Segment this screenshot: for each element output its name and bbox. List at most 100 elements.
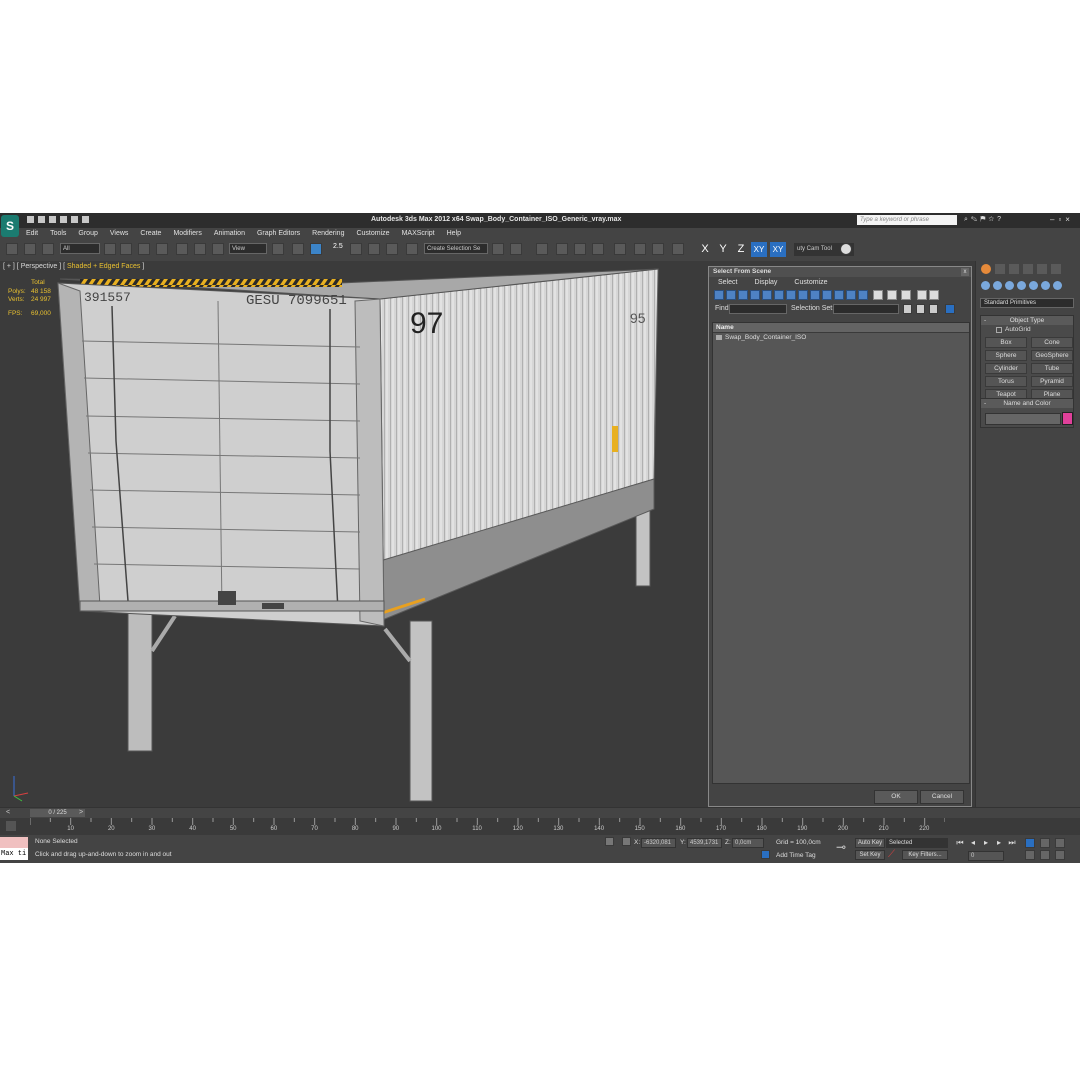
select-all-icon[interactable]	[901, 290, 911, 300]
helpers-icon[interactable]	[1029, 281, 1038, 290]
select-manipulate-icon[interactable]	[292, 243, 304, 255]
subscription-icon[interactable]: ✎	[971, 216, 980, 223]
search-icon[interactable]: ⌕	[964, 216, 971, 223]
cylinder-button[interactable]: Cylinder	[985, 363, 1027, 374]
filter-options-icon[interactable]	[929, 290, 939, 300]
zoom-all-icon[interactable]	[1040, 838, 1050, 848]
spinner-snap-icon[interactable]	[386, 243, 398, 255]
display-groups-icon[interactable]	[786, 290, 796, 300]
schematic-view-icon[interactable]	[592, 243, 604, 255]
key-mode-dropdown[interactable]: Selected	[886, 838, 948, 848]
orbit-icon[interactable]	[1055, 850, 1065, 860]
key-icon[interactable]: ⊸	[836, 840, 846, 854]
key-filters-button[interactable]: Key Filters...	[902, 850, 948, 860]
display-shapes-icon[interactable]	[726, 290, 736, 300]
absolute-mode-icon[interactable]	[622, 837, 631, 846]
dialog-menu-customize[interactable]: Customize	[785, 277, 835, 288]
previous-frame-icon[interactable]: ◂	[968, 838, 978, 848]
new-file-icon[interactable]	[27, 216, 34, 223]
x-coord-field[interactable]: -6320,081	[641, 838, 676, 848]
menu-modifiers[interactable]: Modifiers	[167, 228, 207, 239]
object-name-field[interactable]	[985, 413, 1061, 425]
z-coord-field[interactable]: 0,0cm	[732, 838, 764, 848]
dialog-menu-select[interactable]: Select	[709, 277, 745, 288]
dialog-menu-display[interactable]: Display	[745, 277, 785, 288]
display-bones-icon[interactable]	[810, 290, 820, 300]
material-editor-icon[interactable]	[614, 243, 626, 255]
display-none-icon[interactable]	[873, 290, 883, 300]
space-warps-icon[interactable]	[1041, 281, 1050, 290]
pivot-center-icon[interactable]	[272, 243, 284, 255]
time-slider[interactable]: 0 / 225	[30, 809, 85, 817]
object-type-rollout-header[interactable]: Object Type	[981, 316, 1073, 325]
constrain-z-button[interactable]: Z	[733, 242, 749, 257]
track-bar[interactable]: 10 20 30 40 50 60 70 80 90 100 110 120 1…	[0, 818, 1080, 835]
favorites-icon[interactable]: ☆	[988, 216, 997, 223]
selection-set-dropdown[interactable]	[833, 304, 899, 314]
play-icon[interactable]: ▸	[981, 838, 991, 848]
perspective-viewport[interactable]: [ + ] [ Perspective ] [ Shaded + Edged F…	[0, 261, 975, 807]
mini-curve-editor-icon[interactable]	[5, 820, 17, 832]
snap-value[interactable]: 2.5	[333, 243, 343, 250]
scroll-left-icon[interactable]: <	[6, 809, 10, 816]
dependents-icon[interactable]	[929, 304, 938, 314]
bind-space-warp-icon[interactable]	[42, 243, 54, 255]
menu-customize[interactable]: Customize	[350, 228, 395, 239]
set-key-icon[interactable]: ⟋	[888, 849, 895, 860]
link-icon[interactable]	[6, 243, 18, 255]
project-folder-icon[interactable]	[82, 216, 89, 223]
render-setup-icon[interactable]	[634, 243, 646, 255]
primitive-category-dropdown[interactable]: Standard Primitives	[980, 298, 1074, 308]
display-tab-icon[interactable]	[1037, 264, 1047, 274]
modify-tab-icon[interactable]	[995, 264, 1005, 274]
geometry-icon[interactable]	[981, 281, 990, 290]
maxscript-input[interactable]: Max ti	[0, 848, 28, 860]
render-production-icon[interactable]	[672, 243, 684, 255]
go-to-start-icon[interactable]: ⏮	[955, 838, 965, 848]
scale-icon[interactable]	[212, 243, 224, 255]
shapes-icon[interactable]	[993, 281, 1002, 290]
display-xrefs-icon[interactable]	[798, 290, 808, 300]
close-icon[interactable]: x	[961, 268, 969, 276]
time-tag-icon[interactable]	[761, 850, 770, 859]
menu-group[interactable]: Group	[72, 228, 103, 239]
autogrid-checkbox[interactable]: AutoGrid	[981, 325, 1073, 335]
display-hidden-icon[interactable]	[846, 290, 856, 300]
keyboard-shortcut-override-icon[interactable]	[310, 243, 322, 255]
undo-icon[interactable]	[60, 216, 67, 223]
help-icon[interactable]: ?	[997, 216, 1004, 223]
display-helpers-icon[interactable]	[762, 290, 772, 300]
find-input[interactable]	[729, 304, 787, 314]
graphite-tools-icon[interactable]	[556, 243, 568, 255]
cameras-icon[interactable]	[1017, 281, 1026, 290]
menu-help[interactable]: Help	[441, 228, 467, 239]
torus-button[interactable]: Torus	[985, 376, 1027, 387]
menu-views[interactable]: Views	[104, 228, 135, 239]
pan-view-icon[interactable]	[1040, 850, 1050, 860]
geosphere-button[interactable]: GeoSphere	[1031, 350, 1073, 361]
reference-coord-dropdown[interactable]: View	[229, 243, 267, 254]
menu-maxscript[interactable]: MAXScript	[396, 228, 441, 239]
menu-rendering[interactable]: Rendering	[306, 228, 350, 239]
cam-tool-icon[interactable]	[840, 243, 852, 255]
hierarchy-tab-icon[interactable]	[1009, 264, 1019, 274]
maxscript-output[interactable]	[0, 837, 28, 848]
name-and-color-rollout-header[interactable]: Name and Color	[981, 399, 1073, 408]
motion-tab-icon[interactable]	[1023, 264, 1033, 274]
rectangular-selection-icon[interactable]	[138, 243, 150, 255]
y-coord-field[interactable]: 4539,1731	[687, 838, 722, 848]
display-space-warps-icon[interactable]	[774, 290, 784, 300]
display-all-icon[interactable]	[858, 290, 868, 300]
create-tab-icon[interactable]	[981, 264, 991, 274]
next-frame-icon[interactable]: ▸	[994, 838, 1004, 848]
redo-icon[interactable]	[71, 216, 78, 223]
display-cameras-icon[interactable]	[750, 290, 760, 300]
curve-editor-icon[interactable]	[574, 243, 586, 255]
constrain-y-button[interactable]: Y	[715, 242, 731, 257]
close-icon[interactable]: ×	[1065, 215, 1074, 224]
selection-filter-dropdown[interactable]: All	[60, 243, 100, 254]
menu-animation[interactable]: Animation	[208, 228, 251, 239]
search-input[interactable]: Type a keyword or phrase	[857, 215, 957, 225]
box-button[interactable]: Box	[985, 337, 1027, 348]
mirror-icon[interactable]	[492, 243, 504, 255]
